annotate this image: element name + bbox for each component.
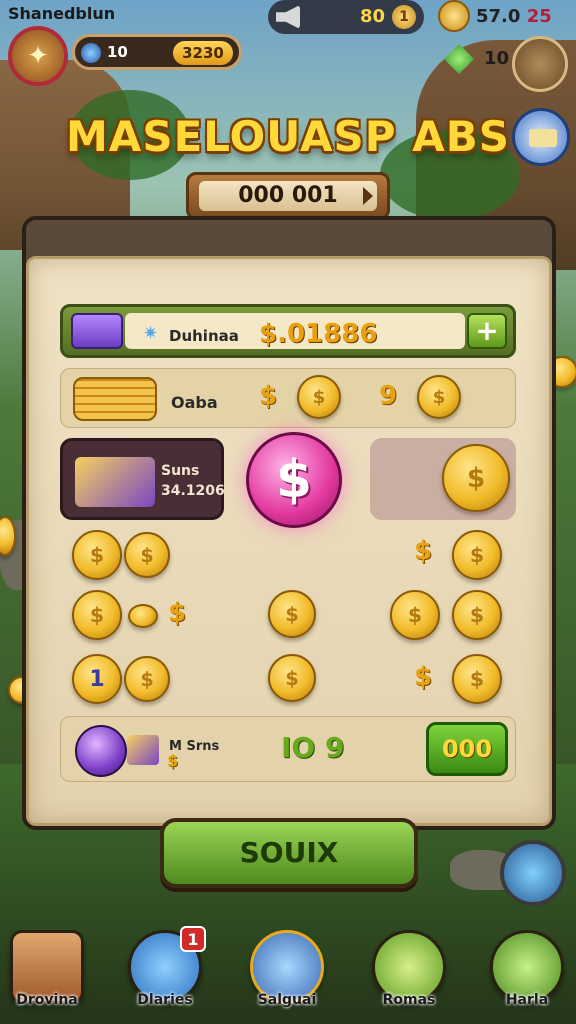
- featured-price: 34.1206: [161, 483, 225, 499]
- balance-value: $.01886: [259, 319, 378, 349]
- add-funds-button[interactable]: +: [467, 313, 507, 349]
- coin-icon[interactable]: 1: [72, 654, 122, 704]
- quest-scroll-button[interactable]: [512, 108, 570, 166]
- coin-icon[interactable]: [442, 444, 510, 512]
- profile-avatar[interactable]: ✦: [8, 26, 68, 86]
- coin-icon[interactable]: [124, 532, 170, 578]
- coin-tier-row[interactable]: Oaba $ 9: [60, 368, 516, 428]
- dollar-icon: 9: [379, 381, 398, 411]
- counter-value: 000 001: [199, 181, 377, 211]
- nav-item-pets[interactable]: 1 Dlaries: [124, 926, 206, 1016]
- buy-bundle-button[interactable]: 000: [426, 722, 508, 776]
- score-value: 57.0: [476, 6, 521, 27]
- coin-icon[interactable]: [268, 654, 316, 702]
- coin-icon[interactable]: [72, 530, 122, 580]
- sparkle-icon: ✷: [143, 323, 159, 344]
- coin-digit: 1: [89, 666, 105, 692]
- nav-label: Dlaries: [137, 992, 193, 1008]
- score-extra: 25: [526, 6, 552, 27]
- coin-icon[interactable]: [452, 530, 502, 580]
- map-button[interactable]: [512, 36, 568, 92]
- premium-coin-button[interactable]: [246, 432, 342, 528]
- dollar-icon: $: [259, 381, 278, 411]
- nav-label: Harla: [505, 992, 549, 1008]
- main-action-button[interactable]: SOUIX: [160, 818, 418, 888]
- nav-item-potion[interactable]: Salguai: [246, 930, 328, 1016]
- coin-icon[interactable]: [390, 590, 440, 640]
- green-gem-count: 10: [484, 48, 510, 69]
- nav-item-basket[interactable]: Romas: [368, 930, 450, 1016]
- coin-icon: [297, 375, 341, 419]
- dollar-icon: $: [167, 751, 179, 770]
- fox-icon: ✦: [27, 41, 49, 71]
- green-gem-icon: [444, 44, 474, 74]
- nav-item-gift[interactable]: Drovina: [6, 930, 88, 1016]
- coin-icon[interactable]: [452, 654, 502, 704]
- notification-badge: 1: [180, 926, 206, 952]
- treasure-chest-icon: [75, 457, 155, 507]
- target-icon[interactable]: [500, 840, 566, 906]
- nav-item-carrot[interactable]: Harla: [486, 930, 568, 1016]
- floating-coin-icon: [0, 516, 16, 556]
- balance-row: ✷ Duhinaa $.01886 +: [60, 304, 516, 358]
- counter-sign: 000 001: [186, 172, 390, 220]
- coin-icon: [417, 375, 461, 419]
- coin-stack-icon: [73, 377, 157, 421]
- nav-label: Drovina: [16, 992, 78, 1008]
- magic-orb-icon: [75, 725, 127, 777]
- featured-name: Suns: [161, 463, 200, 479]
- coin-icon: 1: [392, 5, 416, 29]
- score-display: 57.0 25: [476, 6, 552, 27]
- dollar-icon: $: [414, 536, 433, 566]
- coin-icon[interactable]: [128, 604, 158, 628]
- top-bar: Shanedblun ✦ 10 3230 80 1 57.0 25 10: [0, 0, 576, 100]
- balance-label: Duhinaa: [169, 327, 239, 345]
- coin-icon[interactable]: [124, 656, 170, 702]
- player-gold[interactable]: 3230: [173, 41, 233, 65]
- coin-icon[interactable]: [452, 590, 502, 640]
- nav-label: Salguai: [257, 992, 317, 1008]
- app-name: Shanedblun: [8, 4, 116, 23]
- nav-label: Romas: [382, 992, 436, 1008]
- player-level: 10: [107, 43, 128, 61]
- bundle-price: IO 9: [281, 731, 345, 764]
- sound-count: 80: [360, 6, 386, 27]
- featured-offer[interactable]: Suns 34.1206: [60, 438, 225, 520]
- blue-gem-icon: [81, 43, 101, 63]
- page-title: MASELOUASP ABS: [66, 112, 510, 161]
- dollar-icon: $: [414, 662, 433, 692]
- coin-icon: [438, 0, 470, 32]
- card-icon: [71, 313, 123, 349]
- dollar-icon: $: [168, 598, 187, 628]
- coin-icon[interactable]: [72, 590, 122, 640]
- chevron-right-icon[interactable]: [363, 187, 373, 205]
- speaker-icon[interactable]: [276, 5, 300, 29]
- tier-label: Oaba: [171, 393, 218, 412]
- coin-icon[interactable]: [268, 590, 316, 638]
- treasure-chest-icon: [127, 735, 159, 765]
- sound-panel[interactable]: 80 1: [268, 0, 424, 34]
- resource-bar: 10 3230: [72, 34, 242, 70]
